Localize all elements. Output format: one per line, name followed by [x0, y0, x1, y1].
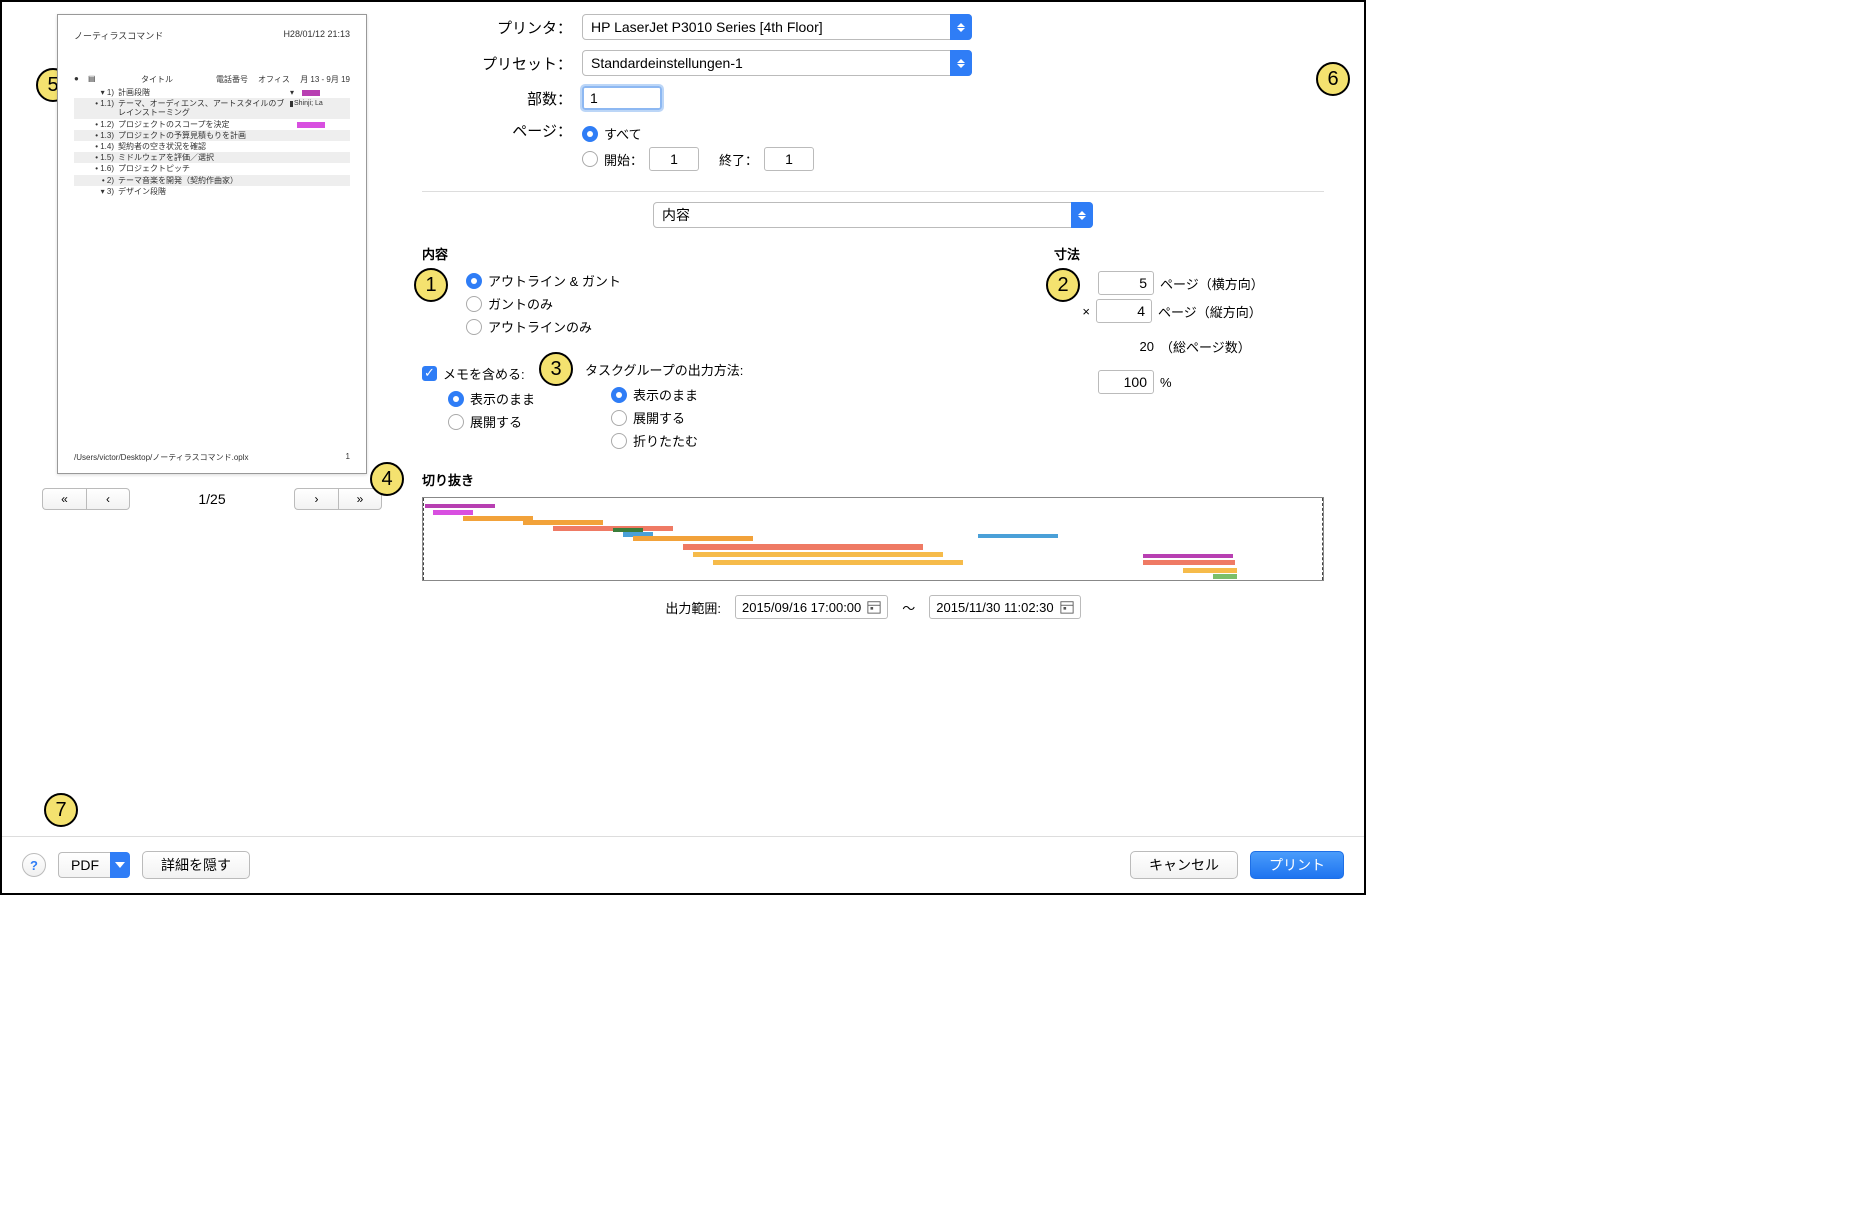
- preview-timestamp: H28/01/12 21:13: [283, 29, 350, 42]
- total-pages-label: （総ページ数）: [1160, 337, 1251, 356]
- preview-doc-title: ノーティラスコマンド: [74, 29, 163, 42]
- pdf-button-label: PDF: [58, 852, 111, 878]
- group-collapse-label: 折りたたむ: [633, 431, 698, 450]
- col-title: タイトル: [102, 74, 212, 85]
- group-expand-label: 展開する: [633, 408, 685, 427]
- notes-as-shown-radio[interactable]: [448, 391, 464, 407]
- dimensions-section-header: 寸法: [1054, 244, 1324, 263]
- total-pages-value: 20: [1098, 339, 1154, 354]
- group-as-shown-label: 表示のまま: [633, 385, 698, 404]
- content-section-header: 内容: [422, 244, 1004, 263]
- print-preview: ノーティラスコマンド H28/01/12 21:13 ●▤ タイトル 電話番号 …: [57, 14, 367, 474]
- pages-from-label: 開始：: [604, 150, 643, 169]
- annotation-badge-2: 2: [1046, 268, 1080, 302]
- content-outline-gantt-radio[interactable]: [466, 273, 482, 289]
- annotation-badge-1: 1: [414, 268, 448, 302]
- date-end-value: 2015/11/30 11:02:30: [936, 600, 1053, 615]
- include-notes-label: メモを含める:: [443, 364, 525, 383]
- tilde-separator: 〜: [902, 598, 915, 617]
- include-notes-checkbox[interactable]: [422, 366, 437, 381]
- pages-all-radio[interactable]: [582, 126, 598, 142]
- page-indicator: 1/25: [198, 491, 225, 507]
- copies-input[interactable]: [582, 86, 662, 110]
- calendar-icon: [1060, 600, 1074, 614]
- content-outline-only-radio[interactable]: [466, 319, 482, 335]
- output-range-label: 出力範囲:: [665, 598, 721, 617]
- copies-label: 部数：: [422, 88, 582, 109]
- pages-tall-label: ページ（縦方向）: [1158, 302, 1262, 321]
- pages-range-radio[interactable]: [582, 151, 598, 167]
- calendar-icon: [867, 600, 881, 614]
- annotation-badge-6: 6: [1316, 62, 1350, 96]
- chevron-down-icon: [110, 852, 130, 878]
- annotation-badge-4: 4: [370, 462, 404, 496]
- group-as-shown-radio[interactable]: [611, 387, 627, 403]
- dropdown-caret-icon: [950, 50, 972, 76]
- annotation-badge-7: 7: [44, 793, 78, 827]
- next-page-button[interactable]: ›: [294, 488, 338, 510]
- pdf-menu-button[interactable]: PDF: [58, 852, 130, 878]
- pages-to-input[interactable]: [764, 147, 814, 171]
- printer-select[interactable]: HP LaserJet P3010 Series [4th Floor]: [582, 14, 972, 40]
- hide-details-button[interactable]: 詳細を隠す: [142, 851, 250, 879]
- annotation-badge-3: 3: [539, 352, 573, 386]
- pages-all-label: すべて: [604, 124, 642, 143]
- percent-label: %: [1160, 375, 1172, 390]
- pages-wide-input[interactable]: [1098, 271, 1154, 295]
- preview-footer-path: /Users/victor/Desktop/ノーティラスコマンド.oplx: [74, 452, 249, 463]
- content-gantt-only-radio[interactable]: [466, 296, 482, 312]
- dropdown-caret-icon: [1071, 202, 1093, 228]
- panel-select[interactable]: 内容: [653, 202, 1093, 228]
- notes-as-shown-label: 表示のまま: [470, 389, 535, 408]
- preview-footer-page: 1: [346, 452, 350, 463]
- pages-wide-label: ページ（横方向）: [1160, 274, 1264, 293]
- date-start-value: 2015/09/16 17:00:00: [742, 600, 861, 615]
- col-phone: 電話番号: [216, 74, 254, 85]
- pages-from-input[interactable]: [649, 147, 699, 171]
- content-gantt-only-label: ガントのみ: [488, 294, 553, 313]
- preset-label: プリセット：: [422, 53, 582, 74]
- notes-expand-label: 展開する: [470, 412, 522, 431]
- pages-label: ページ：: [422, 120, 582, 141]
- date-start-field[interactable]: 2015/09/16 17:00:00: [735, 595, 888, 619]
- printer-label: プリンタ：: [422, 17, 582, 38]
- prev-page-button[interactable]: ‹: [86, 488, 130, 510]
- preset-select[interactable]: Standardeinstellungen-1: [582, 50, 972, 76]
- group-collapse-radio[interactable]: [611, 433, 627, 449]
- col-office: オフィス: [258, 74, 296, 85]
- cancel-button[interactable]: キャンセル: [1130, 851, 1238, 879]
- pages-to-label: 終了：: [719, 150, 758, 169]
- task-group-output-label: タスクグループの出力方法:: [585, 360, 743, 379]
- print-button[interactable]: プリント: [1250, 851, 1344, 879]
- content-outline-only-label: アウトラインのみ: [488, 317, 592, 336]
- crop-section-header: 切り抜き: [422, 470, 1324, 489]
- scale-input[interactable]: [1098, 370, 1154, 394]
- date-end-field[interactable]: 2015/11/30 11:02:30: [929, 595, 1080, 619]
- content-outline-gantt-label: アウトライン & ガント: [488, 271, 621, 290]
- first-page-button[interactable]: «: [42, 488, 86, 510]
- crop-gantt-preview[interactable]: [422, 497, 1324, 581]
- pages-tall-input[interactable]: [1096, 299, 1152, 323]
- notes-expand-radio[interactable]: [448, 414, 464, 430]
- help-button[interactable]: ?: [22, 853, 46, 877]
- dropdown-caret-icon: [950, 14, 972, 40]
- multiply-symbol: ×: [1080, 304, 1090, 319]
- group-expand-radio[interactable]: [611, 410, 627, 426]
- col-dates: 月 13 - 9月 19: [300, 74, 350, 85]
